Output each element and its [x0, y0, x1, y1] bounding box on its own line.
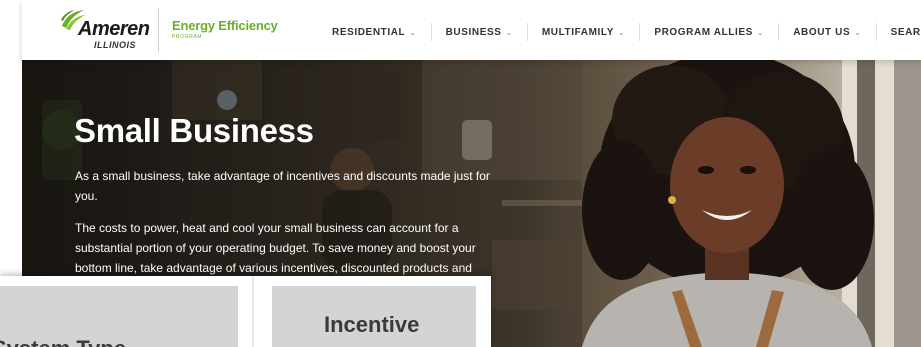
column-header-system-type: System Type [0, 336, 126, 347]
chevron-down-icon: ⌄ [409, 27, 417, 37]
nav-label: BUSINESS [445, 26, 502, 38]
nav-multifamily[interactable]: MULTIFAMILY ⌄ [526, 23, 639, 41]
nav-label: SEARCH [890, 26, 921, 38]
nav-label: MULTIFAMILY [541, 26, 614, 38]
column-header-incentive: Incentive [324, 312, 420, 337]
program-logo[interactable]: Energy Efficiency PROGRAM [172, 18, 278, 40]
incentive-table-fragment: System Type Incentive [0, 276, 491, 347]
brand-region: ILLINOIS [94, 40, 136, 50]
chevron-down-icon: ⌄ [505, 27, 513, 37]
ameren-logo[interactable]: Ameren ILLINOIS [60, 8, 170, 52]
chevron-down-icon: ⌄ [756, 27, 765, 37]
chevron-down-icon: ⌄ [854, 27, 862, 37]
program-title: Energy Efficiency [172, 18, 278, 33]
nav-label: RESIDENTIAL [332, 26, 406, 38]
brand-name: Ameren [78, 18, 150, 40]
program-subtitle: PROGRAM [172, 34, 203, 40]
hero-description: The costs to power, heat and cool your s… [75, 221, 476, 275]
nav-program-allies[interactable]: PROGRAM ALLIES ⌄ [639, 23, 778, 41]
nav-business[interactable]: BUSINESS ⌄ [430, 23, 527, 41]
nav-residential[interactable]: RESIDENTIAL ⌄ [318, 23, 431, 41]
hero-intro: As a small business, take advantage of i… [75, 169, 490, 203]
table-header-cell: Incentive [272, 286, 476, 347]
table-header-cell: System Type [0, 286, 238, 347]
nav-label: ABOUT US [793, 26, 851, 38]
logo-divider [158, 8, 159, 52]
chevron-down-icon: ⌄ [618, 27, 626, 37]
site-header: Ameren ILLINOIS Energy Efficiency PROGRA… [22, 0, 921, 60]
page-title: Small Business [74, 112, 314, 149]
nav-label: PROGRAM ALLIES [654, 26, 753, 38]
table-divider [252, 276, 254, 347]
main-nav: RESIDENTIAL ⌄ BUSINESS ⌄ MULTIFAMILY ⌄ PROG… [318, 23, 921, 41]
nav-search[interactable]: SEARCH [875, 23, 921, 41]
nav-about-us[interactable]: ABOUT US ⌄ [778, 23, 875, 41]
